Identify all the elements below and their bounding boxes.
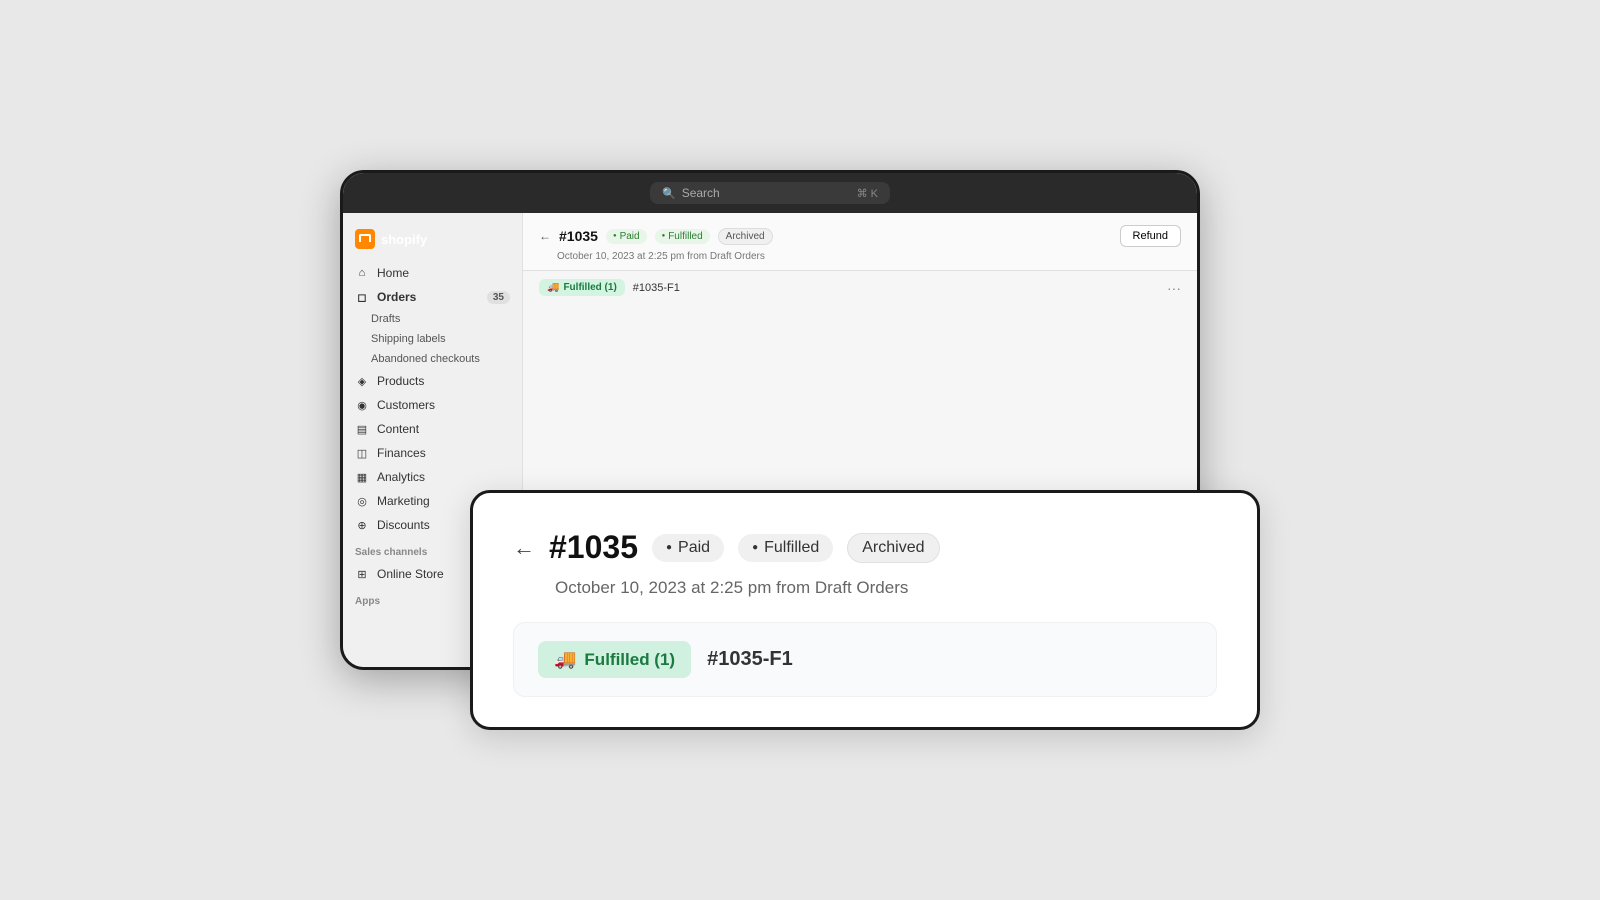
fg-fulfilled-label: Fulfilled (1)	[584, 650, 675, 670]
marketing-icon: ◎	[355, 494, 369, 508]
fulfilled-label-small: Fulfilled (1)	[563, 282, 616, 293]
search-bar[interactable]: 🔍 Search ⌘ K	[650, 182, 890, 204]
order-header: ← #1035 Paid Fulfilled Archived Refund O…	[523, 213, 1197, 271]
online-store-icon: ⊞	[355, 567, 369, 581]
sidebar-item-abandoned-checkouts[interactable]: Abandoned checkouts	[343, 349, 522, 369]
fg-truck-icon: 🚚	[554, 649, 576, 670]
back-arrow-small[interactable]: ←	[539, 229, 551, 243]
content-icon: ▤	[355, 422, 369, 436]
search-text: Search	[682, 186, 720, 200]
fulfilled-badge-small: Fulfilled	[655, 229, 710, 244]
fg-fulfillment-row: 🚚 Fulfilled (1) #1035-F1	[513, 622, 1217, 697]
analytics-icon: ▦	[355, 470, 369, 484]
fulfillment-id-small: #1035-F1	[633, 282, 680, 294]
sidebar-label-orders: Orders	[377, 290, 416, 304]
fg-paid-badge: Paid	[652, 534, 724, 562]
fg-fulfilled-pill: 🚚 Fulfilled (1)	[538, 641, 691, 678]
customers-icon: ◉	[355, 398, 369, 412]
archived-badge-small: Archived	[718, 228, 773, 245]
more-options-icon[interactable]: ···	[1167, 280, 1181, 296]
sidebar-label-marketing: Marketing	[377, 494, 430, 508]
discounts-icon: ⊕	[355, 518, 369, 532]
sidebar-label-discounts: Discounts	[377, 518, 430, 532]
order-number-small: #1035	[559, 228, 598, 244]
shopify-logo-icon	[355, 229, 375, 249]
sidebar-label-analytics: Analytics	[377, 470, 425, 484]
products-icon: ◈	[355, 374, 369, 388]
foreground-order-card: ← #1035 Paid Fulfilled Archived October …	[470, 490, 1260, 730]
sidebar-item-content[interactable]: ▤ Content	[343, 417, 522, 441]
paid-badge-small: Paid	[606, 229, 647, 244]
sidebar-label-drafts: Drafts	[371, 313, 400, 325]
sidebar-label-products: Products	[377, 374, 424, 388]
refund-button[interactable]: Refund	[1120, 225, 1181, 247]
sidebar-item-customers[interactable]: ◉ Customers	[343, 393, 522, 417]
order-date-small: October 10, 2023 at 2:25 pm from Draft O…	[539, 251, 1181, 262]
fg-back-arrow[interactable]: ←	[513, 535, 535, 561]
sidebar-item-analytics[interactable]: ▦ Analytics	[343, 465, 522, 489]
orders-badge: 35	[487, 291, 510, 304]
fg-fulfilled-badge: Fulfilled	[738, 534, 833, 562]
app-name: shopify	[381, 232, 427, 247]
fg-order-header: ← #1035 Paid Fulfilled Archived	[513, 529, 1217, 566]
sidebar-label-finances: Finances	[377, 446, 426, 460]
fg-archived-badge: Archived	[847, 533, 939, 563]
sidebar-item-drafts[interactable]: Drafts	[343, 309, 522, 329]
sidebar-item-products[interactable]: ◈ Products	[343, 369, 522, 393]
order-title-row: ← #1035 Paid Fulfilled Archived Refund	[539, 225, 1181, 247]
home-icon: ⌂	[355, 266, 369, 280]
sidebar-item-home[interactable]: ⌂ Home	[343, 261, 522, 285]
sidebar-item-orders[interactable]: ◻ Orders 35	[343, 285, 522, 309]
sidebar-label-home: Home	[377, 266, 409, 280]
sidebar-label-online-store: Online Store	[377, 567, 444, 581]
fulfillment-row-small: 🚚 Fulfilled (1) #1035-F1 ···	[523, 271, 1197, 304]
fg-order-number: #1035	[549, 529, 638, 566]
search-icon: 🔍	[662, 187, 676, 200]
titlebar: 🔍 Search ⌘ K	[343, 173, 1197, 213]
sidebar-item-shipping-labels[interactable]: Shipping labels	[343, 329, 522, 349]
sidebar-label-shipping: Shipping labels	[371, 333, 446, 345]
fg-fulfillment-id: #1035-F1	[707, 648, 793, 671]
fulfilled-badge-pill-small: 🚚 Fulfilled (1)	[539, 279, 625, 296]
truck-icon-small: 🚚	[547, 282, 559, 293]
finances-icon: ◫	[355, 446, 369, 460]
sidebar-label-customers: Customers	[377, 398, 435, 412]
sidebar-label-content: Content	[377, 422, 419, 436]
sidebar-logo: shopify	[343, 225, 522, 261]
shortcut-badge: ⌘ K	[857, 187, 878, 200]
orders-icon: ◻	[355, 290, 369, 304]
sidebar-item-finances[interactable]: ◫ Finances	[343, 441, 522, 465]
fg-order-date: October 10, 2023 at 2:25 pm from Draft O…	[513, 578, 1217, 598]
sidebar-label-abandoned: Abandoned checkouts	[371, 353, 480, 365]
